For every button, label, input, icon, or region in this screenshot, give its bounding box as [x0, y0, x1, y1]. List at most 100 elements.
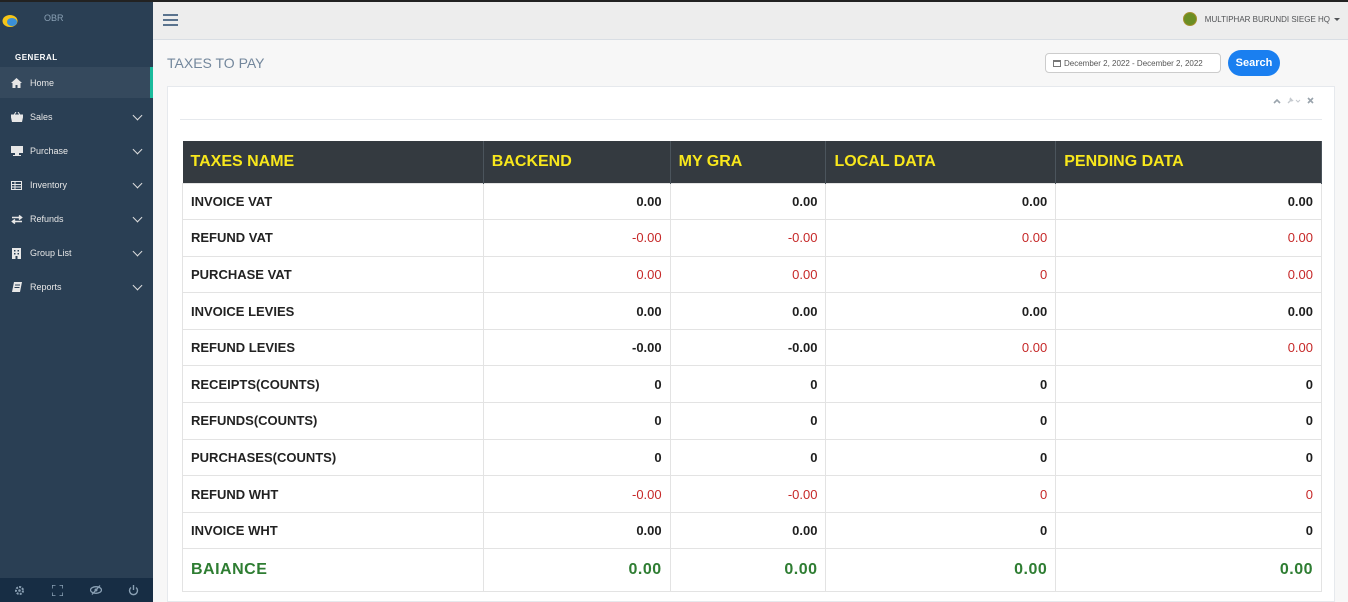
tax-name-cell: INVOICE WHT [182, 511, 484, 550]
menu-section-title: GENERAL [15, 53, 58, 62]
balance-value-cell: 0.00 [482, 548, 671, 593]
desktop-icon [10, 146, 23, 157]
gear-icon[interactable] [13, 584, 25, 596]
table-row: REFUND WHT -0.00 -0.00 0 0 [182, 475, 1322, 513]
caret-down-icon [1334, 17, 1340, 21]
sidebar-item-inventory[interactable]: Inventory [0, 170, 153, 200]
table-row: INVOICE WHT 0.00 0.00 0 0 [182, 511, 1322, 550]
tax-value-cell: 0 [825, 475, 1057, 513]
chevron-down-icon [132, 246, 143, 257]
tax-value-cell: 0.00 [1055, 182, 1322, 221]
tax-name-cell: REFUND LEVIES [182, 328, 484, 367]
tax-value-cell: 0.00 [1055, 292, 1322, 330]
panel-divider [180, 119, 1322, 120]
sidebar-item-home[interactable]: Home [0, 67, 153, 98]
tax-value-cell: 0.00 [1055, 219, 1322, 257]
tax-value-cell: 0.00 [825, 219, 1057, 257]
tax-value-cell: 0.00 [825, 292, 1057, 330]
tax-value-cell: 0 [482, 402, 671, 440]
tax-name-cell: INVOICE VAT [182, 182, 484, 221]
column-header: BACKEND [483, 141, 671, 183]
sidebar-item-sales[interactable]: Sales [0, 102, 153, 132]
table-row: RECEIPTS(COUNTS) 0 0 0 0 [182, 365, 1322, 404]
tax-value-cell: 0 [825, 365, 1057, 404]
tax-value-cell: 0 [482, 438, 671, 477]
table-header-row: TAXES NAME BACKEND MY GRA LOCAL DATA PEN… [182, 141, 1322, 183]
balance-value-cell: 0.00 [825, 548, 1057, 593]
sidebar-item-label: Purchase [30, 146, 69, 156]
tax-value-cell: 0 [825, 438, 1057, 477]
tax-value-cell: -0.00 [669, 219, 827, 257]
tax-value-cell: 0.00 [482, 292, 671, 330]
collapse-icon[interactable] [1273, 97, 1281, 106]
brand[interactable]: OBR [0, 2, 153, 40]
sidebar-item-reports[interactable]: Reports [0, 272, 153, 302]
close-icon[interactable] [1307, 97, 1314, 106]
balance-label: BAIANCE [182, 548, 484, 593]
tax-value-cell: 0 [825, 511, 1057, 550]
tax-value-cell: -0.00 [482, 475, 671, 513]
sidebar-item-refunds[interactable]: Refunds [0, 204, 153, 234]
exchange-icon [10, 214, 23, 225]
tax-value-cell: 0.00 [482, 511, 671, 550]
user-menu[interactable]: MULTIPHAR BURUNDI SIEGE HQ [1182, 12, 1340, 26]
date-range-picker[interactable]: December 2, 2022 - December 2, 2022 [1045, 53, 1221, 73]
tax-name-cell: INVOICE LEVIES [182, 292, 484, 330]
tax-value-cell: 0.00 [1055, 255, 1322, 294]
sidebar-item-label: Refunds [30, 214, 64, 224]
tax-value-cell: 0 [1055, 438, 1322, 477]
tax-value-cell: 0 [825, 255, 1057, 294]
tax-name-cell: REFUNDS(COUNTS) [182, 402, 484, 440]
fullscreen-icon[interactable] [51, 584, 63, 596]
tax-name-cell: REFUND VAT [182, 219, 484, 257]
tax-value-cell: 0.00 [1055, 328, 1322, 367]
power-icon[interactable] [128, 584, 140, 596]
column-header: MY GRA [670, 141, 827, 183]
tax-value-cell: 0.00 [669, 182, 827, 221]
eye-slash-icon[interactable] [89, 584, 102, 596]
tax-value-cell: 0 [482, 365, 671, 404]
tax-value-cell: -0.00 [482, 328, 671, 367]
table-row: REFUND LEVIES -0.00 -0.00 0.00 0.00 [182, 328, 1322, 367]
tax-value-cell: 0.00 [482, 182, 671, 221]
tax-value-cell: -0.00 [669, 475, 827, 513]
sidebar-item-group-list[interactable]: Group List [0, 238, 153, 268]
table-row: REFUNDS(COUNTS) 0 0 0 0 [182, 402, 1322, 440]
table-row: INVOICE LEVIES 0.00 0.00 0.00 0.00 [182, 292, 1322, 330]
tax-value-cell: 0 [1055, 511, 1322, 550]
menu-toggle-icon[interactable] [163, 14, 178, 26]
sidebar-footer [0, 578, 153, 602]
sidebar-item-label: Group List [30, 248, 72, 258]
chevron-down-icon [132, 178, 143, 189]
tax-value-cell: 0.00 [669, 511, 827, 550]
top-navbar: MULTIPHAR BURUNDI SIEGE HQ [153, 2, 1348, 40]
balance-value-cell: 0.00 [1055, 548, 1322, 593]
tax-value-cell: 0 [1055, 402, 1322, 440]
chevron-down-icon [132, 110, 143, 121]
page-title: TAXES TO PAY [167, 55, 265, 71]
tax-value-cell: 0.00 [825, 328, 1057, 367]
home-icon [10, 77, 23, 88]
wrench-icon[interactable] [1287, 97, 1301, 106]
column-header: PENDING DATA [1055, 141, 1322, 183]
tax-value-cell: 0.00 [825, 182, 1057, 221]
sidebar-item-purchase[interactable]: Purchase [0, 136, 153, 166]
sidebar: OBR GENERAL Home Sales Purchase Inventor… [0, 2, 153, 602]
taxes-table: TAXES NAME BACKEND MY GRA LOCAL DATA PEN… [182, 141, 1322, 593]
brand-logo-icon [2, 15, 18, 27]
tax-name-cell: PURCHASE VAT [182, 255, 484, 294]
tax-value-cell: 0 [669, 438, 827, 477]
search-button[interactable]: Search [1228, 50, 1280, 76]
tax-value-cell: 0 [1055, 475, 1322, 513]
book-icon [10, 282, 23, 293]
sidebar-item-label: Inventory [30, 180, 68, 190]
sidebar-menu: Home Sales Purchase Inventory Refunds Gr… [0, 67, 153, 302]
sidebar-item-label: Home [30, 77, 55, 88]
table-row: PURCHASES(COUNTS) 0 0 0 0 [182, 438, 1322, 477]
table-row: INVOICE VAT 0.00 0.00 0.00 0.00 [182, 182, 1322, 221]
balance-row: BAIANCE 0.00 0.00 0.00 0.00 [182, 548, 1322, 593]
chevron-down-icon [132, 144, 143, 155]
calendar-icon [1053, 59, 1061, 67]
tax-value-cell: 0 [669, 365, 827, 404]
tax-value-cell: 0.00 [669, 292, 827, 330]
